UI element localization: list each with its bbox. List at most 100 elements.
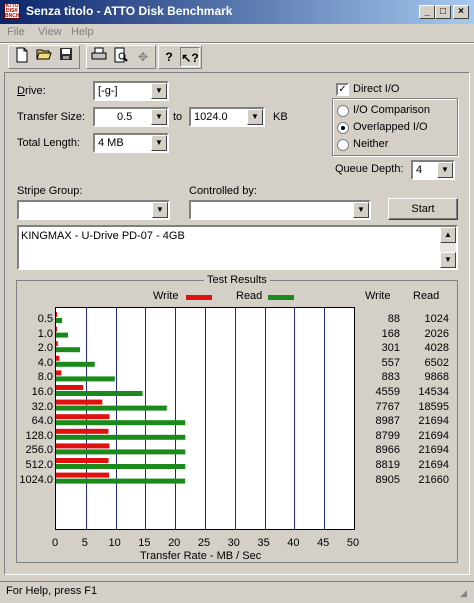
legend-read-label: Read <box>236 290 263 302</box>
read-bar <box>56 318 63 323</box>
chevron-down-icon[interactable]: ▼ <box>152 202 168 218</box>
menu-help[interactable]: Help <box>71 26 94 38</box>
transfer-size-row-label: 1024.0 <box>19 473 53 486</box>
legend-write-label: Write <box>153 290 179 302</box>
write-value: 557 <box>381 356 400 369</box>
x-tick-label: 50 <box>346 537 360 549</box>
io-comparison-radio[interactable] <box>337 105 349 117</box>
direct-io-checkbox[interactable]: ✓ <box>336 83 349 96</box>
x-tick-label: 30 <box>227 537 240 549</box>
chart-svg <box>56 308 325 529</box>
read-value: 21694 <box>418 415 449 428</box>
chevron-down-icon[interactable]: ▼ <box>151 83 167 99</box>
legend-read-swatch <box>268 295 294 300</box>
chevron-down-icon[interactable]: ▼ <box>151 135 167 151</box>
read-value: 4028 <box>424 342 449 355</box>
context-help-icon[interactable]: ↖? <box>180 47 200 67</box>
app-icon[interactable]: ATTO DISK BNCH <box>4 3 20 19</box>
help-icon[interactable]: ? <box>159 47 179 67</box>
scroll-down-icon[interactable]: ▼ <box>440 252 456 268</box>
neither-radio[interactable] <box>337 139 349 151</box>
description-scrollbar[interactable]: ▲ ▼ <box>440 227 456 268</box>
read-bar <box>56 478 186 484</box>
read-value: 14534 <box>418 386 449 398</box>
write-value: 8987 <box>375 415 400 428</box>
toolbar-separator <box>0 42 474 44</box>
transfer-size-row-label: 4.0 <box>37 356 53 369</box>
chart-plot-area <box>55 307 355 530</box>
write-bar <box>56 399 103 405</box>
new-icon[interactable] <box>12 47 32 67</box>
read-bar <box>56 464 186 469</box>
x-tick-label: 5 <box>81 537 88 549</box>
read-value: 18595 <box>418 400 449 413</box>
read-value: 21694 <box>418 429 449 442</box>
x-tick-label: 35 <box>257 537 270 549</box>
write-bar <box>56 326 58 332</box>
overlapped-io-label: Overlapped I/O <box>353 121 428 133</box>
save-icon[interactable] <box>56 47 76 67</box>
description-text: KINGMAX - U-Drive PD-07 - 4GB <box>21 230 185 242</box>
print-icon[interactable] <box>89 47 109 67</box>
write-bar <box>56 370 62 376</box>
read-bar <box>56 361 95 367</box>
write-bar <box>56 472 110 478</box>
transfer-size-row-label: 256.0 <box>25 444 53 457</box>
write-bar <box>56 312 57 317</box>
transfer-size-row-label: 32.0 <box>31 400 53 413</box>
chevron-down-icon[interactable]: ▼ <box>437 162 453 178</box>
to-label: to <box>173 111 183 123</box>
write-value: 8799 <box>375 429 400 442</box>
write-column-header: Write <box>365 290 391 302</box>
queue-depth-select[interactable]: 4 ▼ <box>411 160 455 180</box>
write-bar <box>56 428 109 434</box>
total-length-select[interactable]: 4 MB ▼ <box>93 133 169 153</box>
x-tick-label: 40 <box>287 537 300 549</box>
open-icon[interactable] <box>34 47 54 67</box>
transfer-size-row-label: 1.0 <box>37 327 53 340</box>
overlapped-io-radio[interactable] <box>337 122 349 134</box>
chevron-down-icon[interactable]: ▼ <box>353 202 369 218</box>
menu-file[interactable]: File <box>7 26 25 38</box>
stripe-group-select[interactable]: ▼ <box>17 200 170 220</box>
transfer-size-row-label: 2.0 <box>37 342 53 355</box>
transfer-to-select[interactable]: 1024.0 ▼ <box>189 107 265 127</box>
close-button[interactable]: × <box>453 5 469 19</box>
read-bar <box>56 376 115 382</box>
start-button[interactable]: Start <box>388 198 458 220</box>
chevron-down-icon[interactable]: ▼ <box>151 109 167 125</box>
read-bar <box>56 420 186 426</box>
io-comparison-label: I/O Comparison <box>353 104 431 116</box>
write-value: 8966 <box>375 444 400 457</box>
write-bar <box>56 443 110 449</box>
maximize-button[interactable]: □ <box>435 5 451 19</box>
read-column-header: Read <box>413 290 440 302</box>
description-textarea[interactable]: KINGMAX - U-Drive PD-07 - 4GB ▲ ▼ <box>17 225 458 270</box>
total-length-label: Total Length: <box>17 137 80 149</box>
read-bar <box>56 332 69 338</box>
drive-label: Drive: <box>17 85 46 97</box>
resize-grip-icon[interactable]: ◢ <box>460 588 472 600</box>
chevron-down-icon[interactable]: ▼ <box>247 109 263 125</box>
queue-depth-value: 4 <box>416 164 423 176</box>
transfer-from-select[interactable]: 0.5 ▼ <box>93 107 169 127</box>
transfer-size-row-label: 8.0 <box>37 371 53 384</box>
write-bar <box>56 385 84 390</box>
write-bar <box>56 458 109 463</box>
transfer-size-row-label: 512.0 <box>25 459 53 471</box>
drive-select[interactable]: [-g-] ▼ <box>93 81 169 101</box>
write-value: 8905 <box>375 473 400 486</box>
menu-view[interactable]: View <box>38 26 62 38</box>
scroll-up-icon[interactable]: ▲ <box>440 227 456 243</box>
controlled-by-select[interactable]: ▼ <box>189 200 371 220</box>
write-bar <box>56 414 110 420</box>
read-bar <box>56 434 186 440</box>
transfer-size-row-label: 16.0 <box>31 386 53 398</box>
print-preview-icon[interactable] <box>111 47 131 67</box>
stripe-group-label: Stripe Group: <box>17 185 83 197</box>
minimize-button[interactable]: _ <box>419 5 435 19</box>
start-button-label: Start <box>411 203 435 215</box>
write-value: 883 <box>381 371 400 384</box>
move-icon[interactable]: ✥ <box>133 47 153 67</box>
write-value: 88 <box>387 313 400 325</box>
